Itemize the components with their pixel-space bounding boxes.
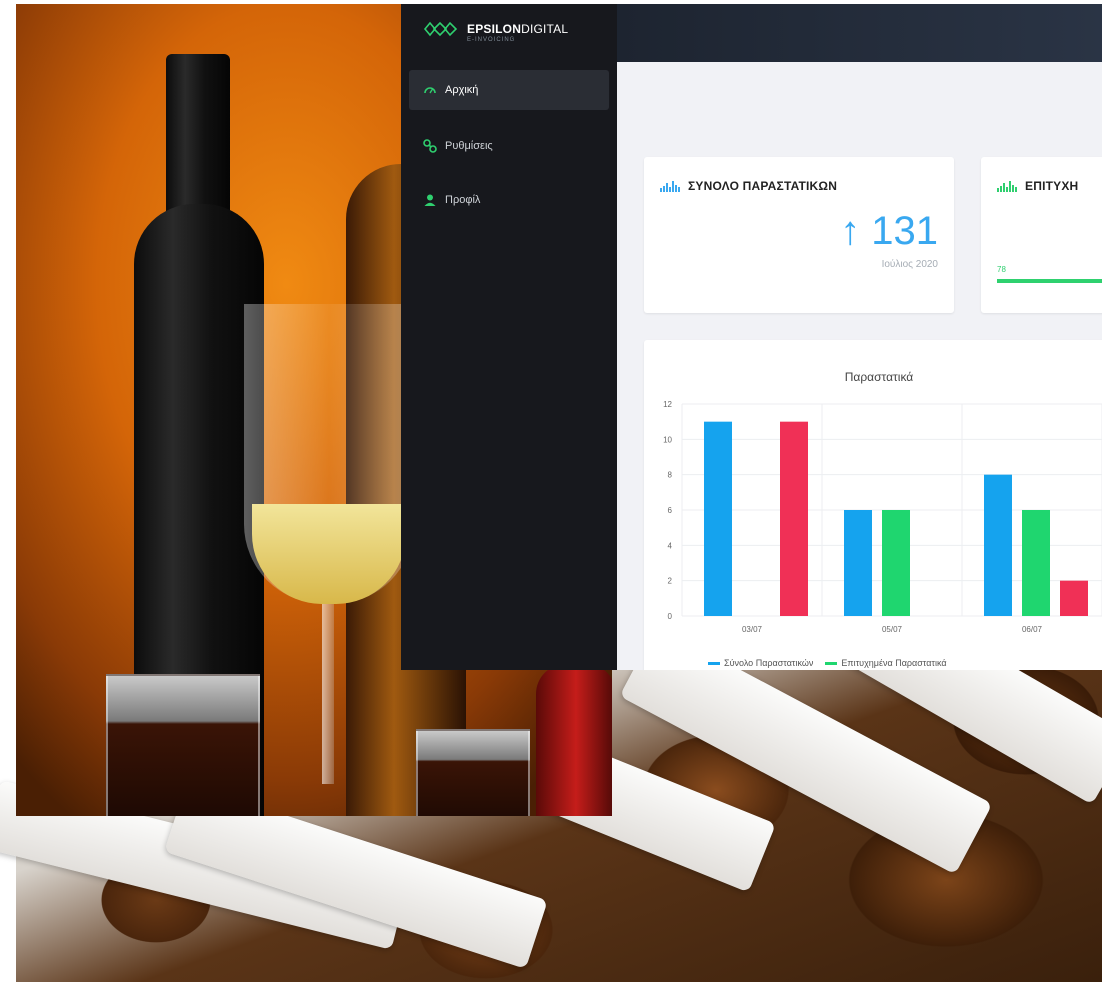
bar-chart-icon — [660, 180, 680, 192]
brand-light: DIGITAL — [521, 22, 569, 36]
x-tick-label: 05/07 — [882, 625, 903, 634]
sidebar-item-label: Ρυθμίσεις — [445, 140, 493, 152]
wine-bottle — [166, 54, 230, 224]
settings-nodes-icon — [423, 139, 437, 153]
sidebar-item-label: Προφίλ — [445, 194, 481, 206]
chart-legend: Σύνολο Παραστατικών Επιτυχημένα Παραστατ… — [708, 658, 947, 668]
bar-chart-icon — [997, 180, 1017, 192]
legend-item: Επιτυχημένα Παραστατικά — [825, 658, 947, 668]
bar — [844, 510, 872, 616]
shot-glass — [106, 674, 260, 816]
x-tick-label: 03/07 — [742, 625, 763, 634]
legend-label: Σύνολο Παραστατικών — [724, 658, 814, 668]
shot-glass — [416, 729, 530, 816]
y-tick-label: 6 — [668, 506, 673, 515]
progress-bar — [997, 279, 1102, 283]
epsilon-logo-icon — [423, 21, 458, 37]
brand-bold: EPSILON — [467, 22, 522, 36]
total-count-value: 131 — [871, 209, 938, 253]
sidebar: EPSILONDIGITAL E-INVOICING Αρχική Ρυθμίσ… — [401, 4, 617, 670]
period-label: Ιούλιος 2020 — [881, 259, 938, 270]
total-count: ↑ 131 — [840, 209, 938, 254]
bar — [882, 510, 910, 616]
progress-bar-fill — [997, 279, 1102, 283]
successful-documents-card: ΕΠΙΤΥΧΗ 78 — [981, 157, 1102, 313]
brand-name: EPSILONDIGITAL — [467, 22, 568, 36]
card-title: ΕΠΙΤΥΧΗ — [997, 179, 1078, 193]
documents-bar-chart: 0 2 4 6 8 10 12 03/07 05/07 06/07 — [663, 400, 1102, 634]
legend-swatch — [708, 661, 720, 665]
sidebar-item-profile[interactable]: Προφίλ — [409, 180, 609, 220]
y-tick-label: 0 — [668, 612, 673, 621]
y-tick-label: 8 — [668, 471, 673, 480]
top-bar — [617, 4, 1102, 62]
legend-label: Επιτυχημένα Παραστατικά — [841, 658, 947, 668]
logo: EPSILONDIGITAL — [423, 20, 568, 38]
bar — [780, 421, 808, 616]
up-arrow-icon: ↑ — [840, 209, 861, 253]
documents-chart-card: Παραστατικά 0 2 4 6 8 10 12 03/07 05/07 06/07 Σύν… — [644, 340, 1102, 670]
app-screenshot: EPSILONDIGITAL E-INVOICING Αρχική Ρυθμίσ… — [401, 4, 1102, 670]
dashboard-icon — [424, 87, 436, 94]
sidebar-item-home[interactable]: Αρχική — [409, 70, 609, 110]
y-tick-label: 2 — [668, 577, 673, 586]
brand-subtitle: E-INVOICING — [467, 37, 516, 43]
wine-bottle — [536, 664, 612, 816]
y-tick-label: 10 — [663, 435, 672, 444]
legend-swatch — [825, 661, 838, 665]
x-tick-label: 06/07 — [1022, 625, 1043, 634]
card-title: ΣΥΝΟΛΟ ΠΑΡΑΣΤΑΤΙΚΩΝ — [660, 179, 837, 193]
bar — [704, 421, 732, 616]
total-documents-card: ΣΥΝΟΛΟ ΠΑΡΑΣΤΑΤΙΚΩΝ ↑ 131 Ιούλιος 2020 — [644, 157, 954, 313]
progress-label: 78 — [997, 265, 1006, 274]
legend-item: Σύνολο Παραστατικών — [708, 658, 813, 668]
card-title-text: ΕΠΙΤΥΧΗ — [1025, 179, 1079, 193]
card-title-text: ΣΥΝΟΛΟ ΠΑΡΑΣΤΑΤΙΚΩΝ — [688, 179, 838, 193]
y-tick-label: 4 — [668, 541, 673, 550]
sidebar-item-label: Αρχική — [445, 84, 479, 96]
bar — [984, 474, 1012, 616]
bar — [1022, 510, 1050, 616]
bar — [1060, 580, 1088, 616]
sidebar-item-settings[interactable]: Ρυθμίσεις — [409, 126, 609, 166]
glass-stem — [322, 604, 334, 784]
user-icon — [424, 194, 436, 206]
y-tick-label: 12 — [663, 400, 672, 409]
